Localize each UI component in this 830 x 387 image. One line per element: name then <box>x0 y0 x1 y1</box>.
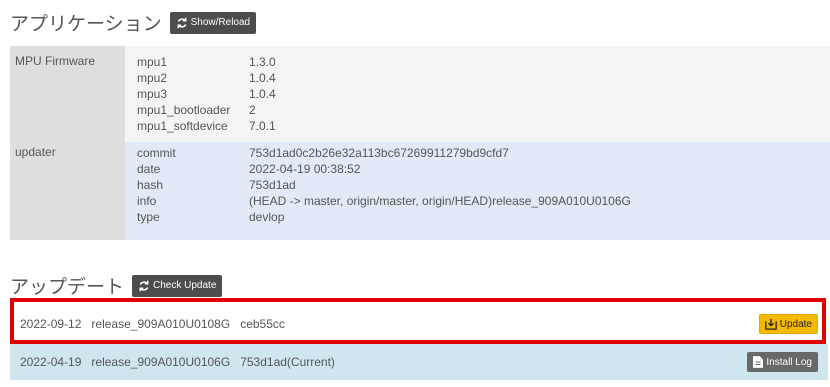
updater-key: commit <box>137 146 176 160</box>
check-update-label: Check Update <box>153 280 217 291</box>
mpu-value: 7.0.1 <box>249 119 276 133</box>
show-reload-button[interactable]: Show/Reload <box>169 11 257 34</box>
reload-icon <box>139 280 149 291</box>
update-header: アップデート Check Update <box>10 272 223 299</box>
application-title: アプリケーション <box>10 13 162 35</box>
mpu-value: 1.3.0 <box>249 55 276 69</box>
highlight-box <box>10 298 826 344</box>
update-title: アップデート <box>10 276 125 298</box>
updater-value: 753d1ad0c2b26e32a113bc67269911279bd9cfd7 <box>249 146 509 160</box>
release-date: 2022-04-19 <box>20 355 82 369</box>
updater-key: date <box>137 162 161 176</box>
mpu-key: mpu1_bootloader <box>137 103 231 117</box>
mpu-value: 1.0.4 <box>249 87 276 101</box>
document-icon <box>753 356 764 368</box>
release-name: release_909A010U0106G <box>91 355 231 369</box>
application-header: アプリケーション Show/Reload <box>10 9 257 36</box>
info-table: MPU Firmware mpu1 mpu2 mpu3 mpu1_bootloa… <box>10 46 830 240</box>
updater-key: type <box>137 210 160 224</box>
updater-key: info <box>137 194 157 208</box>
install-log-label: Install Log <box>766 356 812 368</box>
check-update-button[interactable]: Check Update <box>132 274 223 297</box>
mpu-value: 1.0.4 <box>249 71 276 85</box>
release-hash: 753d1ad(Current) <box>240 355 335 369</box>
updater-value: 753d1ad <box>249 178 296 192</box>
install-log-button[interactable]: Install Log <box>747 352 818 372</box>
update-row-text: 2022-04-19 release_909A010U0106G 753d1ad… <box>20 355 335 369</box>
mpu-key: mpu3 <box>137 87 168 101</box>
mpu-key: mpu1 <box>137 55 168 69</box>
mpu-firmware-row: MPU Firmware mpu1 mpu2 mpu3 mpu1_bootloa… <box>10 46 830 142</box>
mpu-key: mpu2 <box>137 71 168 85</box>
mpu-key: mpu1_softdevice <box>137 119 228 133</box>
updater-value: (HEAD -> master, origin/master, origin/H… <box>249 194 631 208</box>
updater-value: devlop <box>249 210 285 224</box>
update-row-current: 2022-04-19 release_909A010U0106G 753d1ad… <box>10 344 828 380</box>
mpu-value: 2 <box>249 103 256 117</box>
show-reload-label: Show/Reload <box>190 17 251 28</box>
updater-label: updater <box>15 145 56 159</box>
updater-key: hash <box>137 178 164 192</box>
reload-icon <box>177 17 187 28</box>
mpu-firmware-label: MPU Firmware <box>15 54 95 68</box>
updater-row: updater commit date hash info type 753d1… <box>10 142 830 240</box>
updater-value: 2022-04-19 00:38:52 <box>249 162 361 176</box>
